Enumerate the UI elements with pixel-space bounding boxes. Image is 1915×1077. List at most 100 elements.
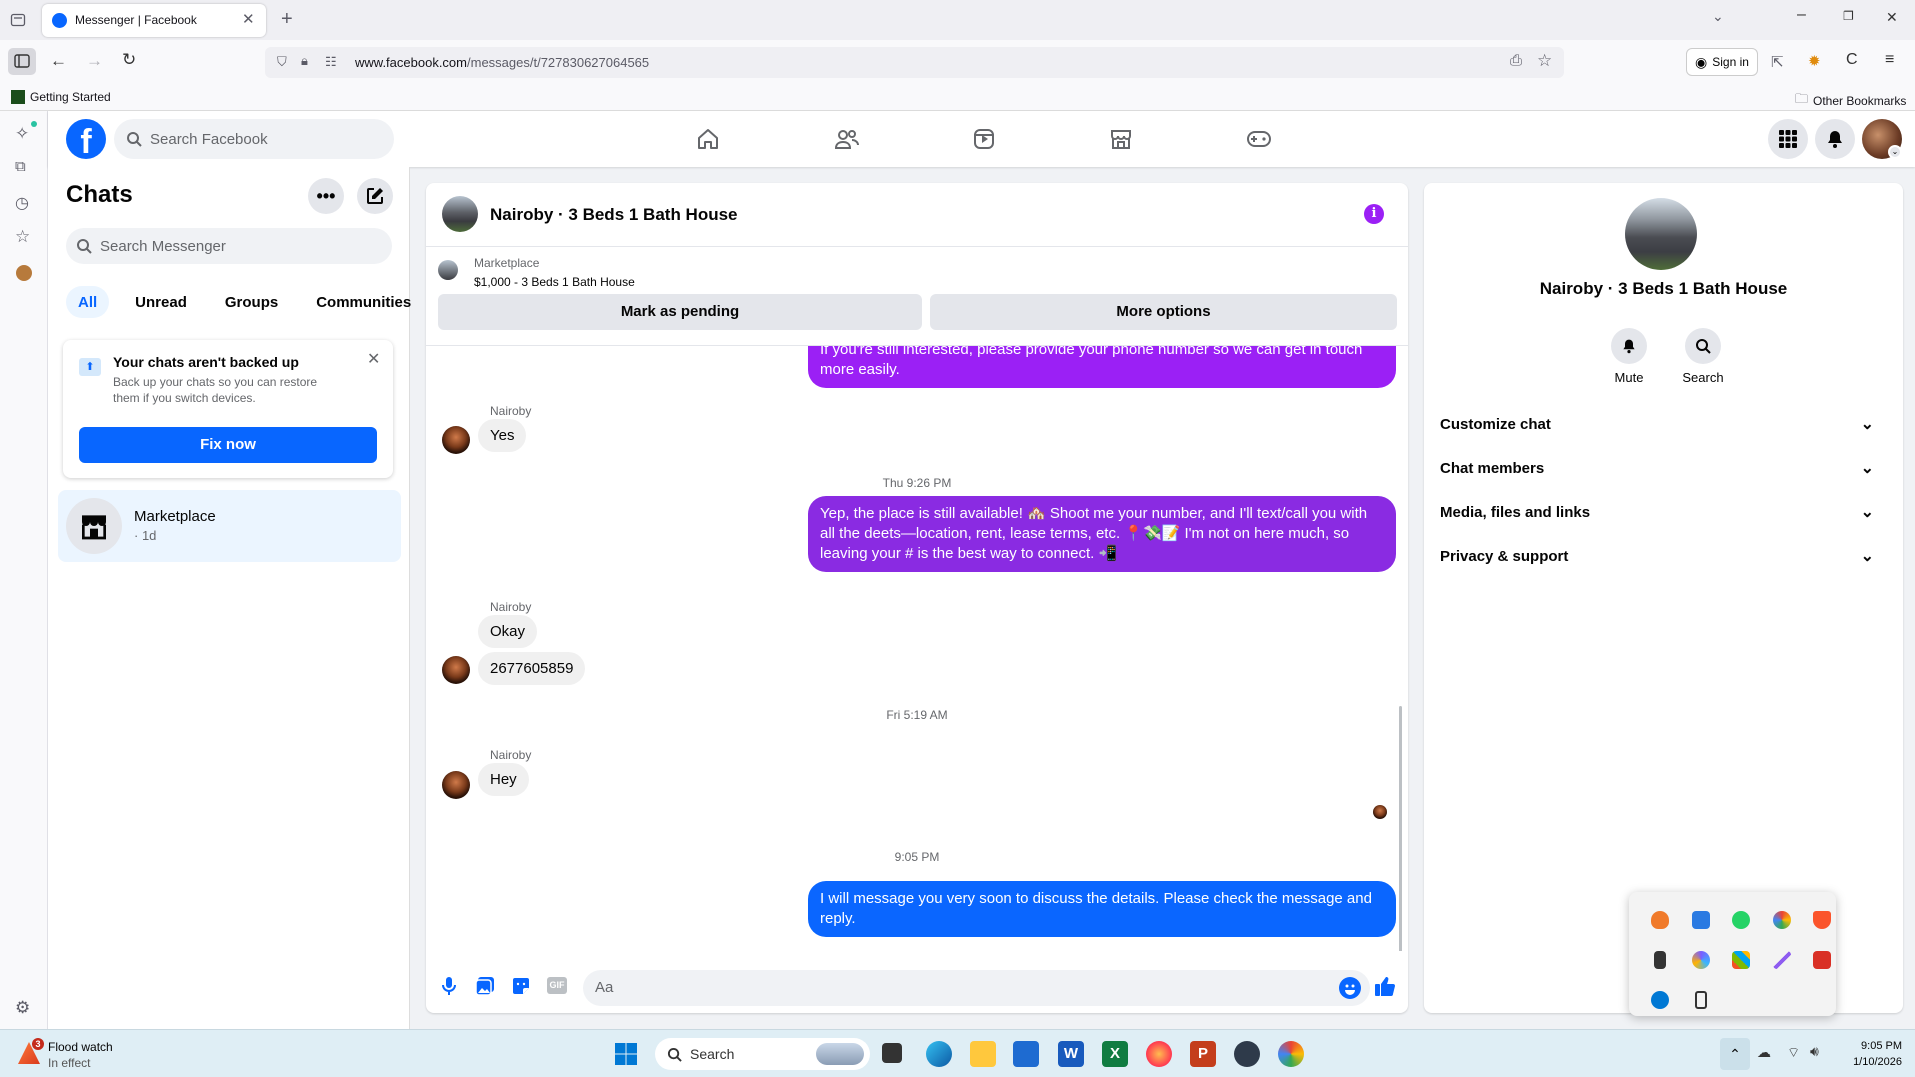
message-input[interactable]: Aa (583, 970, 1370, 1006)
active-tab[interactable]: Messenger | Facebook ✕ (42, 4, 266, 37)
emoji-icon[interactable] (1339, 977, 1361, 999)
voice-clip-icon[interactable] (440, 976, 458, 996)
tray-usb-icon[interactable] (1654, 951, 1666, 969)
tray-copilot-icon[interactable] (1692, 951, 1710, 969)
excel-icon[interactable]: X (1102, 1041, 1128, 1067)
facebook-search-input[interactable]: Search Facebook (114, 119, 394, 159)
sync-tabs-icon[interactable]: ⧉ (15, 158, 26, 175)
powerpoint-icon[interactable]: P (1190, 1041, 1216, 1067)
listing-avatar[interactable] (442, 196, 478, 232)
taskbar-search-input[interactable]: Search (655, 1038, 870, 1070)
conversation-info-icon[interactable]: i (1364, 204, 1384, 224)
chats-options-button[interactable]: ••• (308, 178, 344, 214)
task-view-icon[interactable] (882, 1043, 902, 1063)
back-icon[interactable]: ← (50, 51, 67, 71)
tray-whatsapp-icon[interactable] (1732, 911, 1750, 929)
tray-defender-icon[interactable] (1651, 991, 1669, 1009)
reload-icon[interactable]: ↻ (122, 50, 136, 70)
filter-all[interactable]: All (66, 286, 110, 318)
listing-detail[interactable]: $1,000 - 3 Beds 1 Bath House (474, 275, 635, 289)
sender-avatar[interactable] (442, 771, 470, 799)
shield-icon[interactable]: ⛉ (277, 54, 287, 70)
fix-now-button[interactable]: Fix now (79, 427, 377, 463)
forward-icon[interactable]: → (86, 51, 103, 71)
incoming-message[interactable]: Yes (478, 419, 527, 452)
minimize-icon[interactable]: – (1797, 6, 1806, 24)
mark-pending-button[interactable]: Mark as pending (438, 294, 922, 330)
chrome-icon[interactable] (1278, 1041, 1304, 1067)
history-icon[interactable]: ◷ (15, 193, 29, 213)
filter-communities[interactable]: Communities (304, 286, 423, 318)
nav-home-icon[interactable] (696, 127, 720, 151)
weather-title[interactable]: Flood watch (48, 1040, 113, 1054)
edge-icon[interactable] (926, 1041, 952, 1067)
sign-in-button[interactable]: ◉ Sign in (1686, 48, 1758, 76)
tray-brave-icon[interactable] (1813, 911, 1831, 929)
filter-unread[interactable]: Unread (123, 286, 199, 318)
tray-device-icon[interactable] (1695, 991, 1707, 1009)
wifi-icon[interactable]: ⌔ (1787, 1044, 1800, 1062)
share-icon[interactable]: ⇱ (1771, 53, 1784, 71)
extension-icon[interactable]: ✹ (1808, 52, 1821, 70)
sender-avatar[interactable] (442, 656, 470, 684)
volume-icon[interactable]: 🔊︎ (1810, 1043, 1819, 1060)
file-explorer-icon[interactable] (970, 1041, 996, 1067)
word-icon[interactable]: W (1058, 1041, 1084, 1067)
new-tab-icon[interactable]: + (281, 8, 293, 31)
tray-pdf-icon[interactable] (1813, 951, 1831, 969)
firefox-icon[interactable] (1146, 1041, 1172, 1067)
menu-icon[interactable]: ≡ (1885, 51, 1894, 69)
more-options-button[interactable]: More options (930, 294, 1397, 330)
clock-date[interactable]: 1/10/2026 (1832, 1056, 1902, 1068)
nav-friends-icon[interactable] (834, 127, 860, 151)
incoming-message[interactable]: Hey (478, 763, 529, 796)
filter-groups[interactable]: Groups (213, 286, 290, 318)
section-privacy-support[interactable]: Privacy & support ⌄ (1424, 534, 1878, 578)
sender-avatar[interactable] (442, 426, 470, 454)
save-page-icon[interactable]: ⎙ (1510, 52, 1522, 69)
bookmarks-star-icon[interactable]: ☆ (15, 227, 30, 247)
incoming-message[interactable]: Okay (478, 615, 538, 648)
sidebar-toggle-icon[interactable] (8, 48, 36, 75)
nav-gaming-icon[interactable] (1246, 127, 1272, 151)
nav-marketplace-icon[interactable] (1109, 127, 1133, 151)
outgoing-message[interactable]: I will message you very soon to discuss … (808, 881, 1396, 937)
sticker-icon[interactable] (511, 976, 531, 996)
tray-pen-icon[interactable] (1773, 951, 1791, 969)
menu-grid-icon[interactable] (1768, 119, 1808, 159)
restore-icon[interactable]: ❐ (1843, 9, 1854, 23)
bookmark-star-icon[interactable]: ☆ (1537, 51, 1552, 71)
incoming-message[interactable]: 2677605859 (478, 652, 586, 685)
messenger-search-input[interactable]: Search Messenger (66, 228, 392, 264)
start-windows-icon[interactable] (614, 1042, 638, 1066)
other-bookmarks[interactable]: 🗀 Other Bookmarks (1795, 90, 1906, 112)
permissions-icon[interactable]: ☷ (325, 54, 337, 70)
thread-scrollbar[interactable] (1399, 706, 1402, 951)
mute-button[interactable]: Mute (1607, 328, 1651, 385)
bookmark-getting-started[interactable]: Getting Started (11, 90, 111, 104)
new-message-button[interactable] (357, 178, 393, 214)
url-text[interactable]: www.facebook.com /messages/t/72783062706… (355, 55, 649, 70)
account-chevron-icon[interactable]: ⌄ (1888, 145, 1902, 159)
cookie-extension-icon[interactable] (16, 265, 32, 281)
section-media-files-links[interactable]: Media, files and links ⌄ (1424, 490, 1878, 534)
copilot-icon[interactable]: C (1846, 51, 1858, 69)
tray-office-icon[interactable] (1732, 951, 1750, 969)
sidebar-settings-icon[interactable]: ⚙ (15, 998, 30, 1018)
app-icon[interactable] (1234, 1041, 1260, 1067)
tray-chrome-icon[interactable] (1773, 911, 1791, 929)
nav-video-icon[interactable] (972, 127, 996, 151)
section-chat-members[interactable]: Chat members ⌄ (1424, 446, 1878, 490)
tray-info-icon[interactable] (1692, 911, 1710, 929)
attach-media-icon[interactable] (475, 976, 495, 996)
tab-list-icon[interactable] (10, 12, 26, 28)
store-icon[interactable] (1013, 1041, 1039, 1067)
outgoing-message[interactable]: Yep, the place is still available! 🏘️ Sh… (808, 496, 1396, 572)
window-close-icon[interactable]: ✕ (1886, 9, 1898, 26)
tray-fire-icon[interactable] (1651, 911, 1669, 929)
search-conversation-button[interactable]: Search (1672, 328, 1734, 385)
tray-overflow-chevron-icon[interactable]: ⌃ (1720, 1038, 1750, 1070)
info-avatar[interactable] (1625, 198, 1697, 270)
conversation-title[interactable]: Nairoby · 3 Beds 1 Bath House (490, 205, 738, 225)
dismiss-backup-icon[interactable]: ✕ (367, 349, 380, 369)
